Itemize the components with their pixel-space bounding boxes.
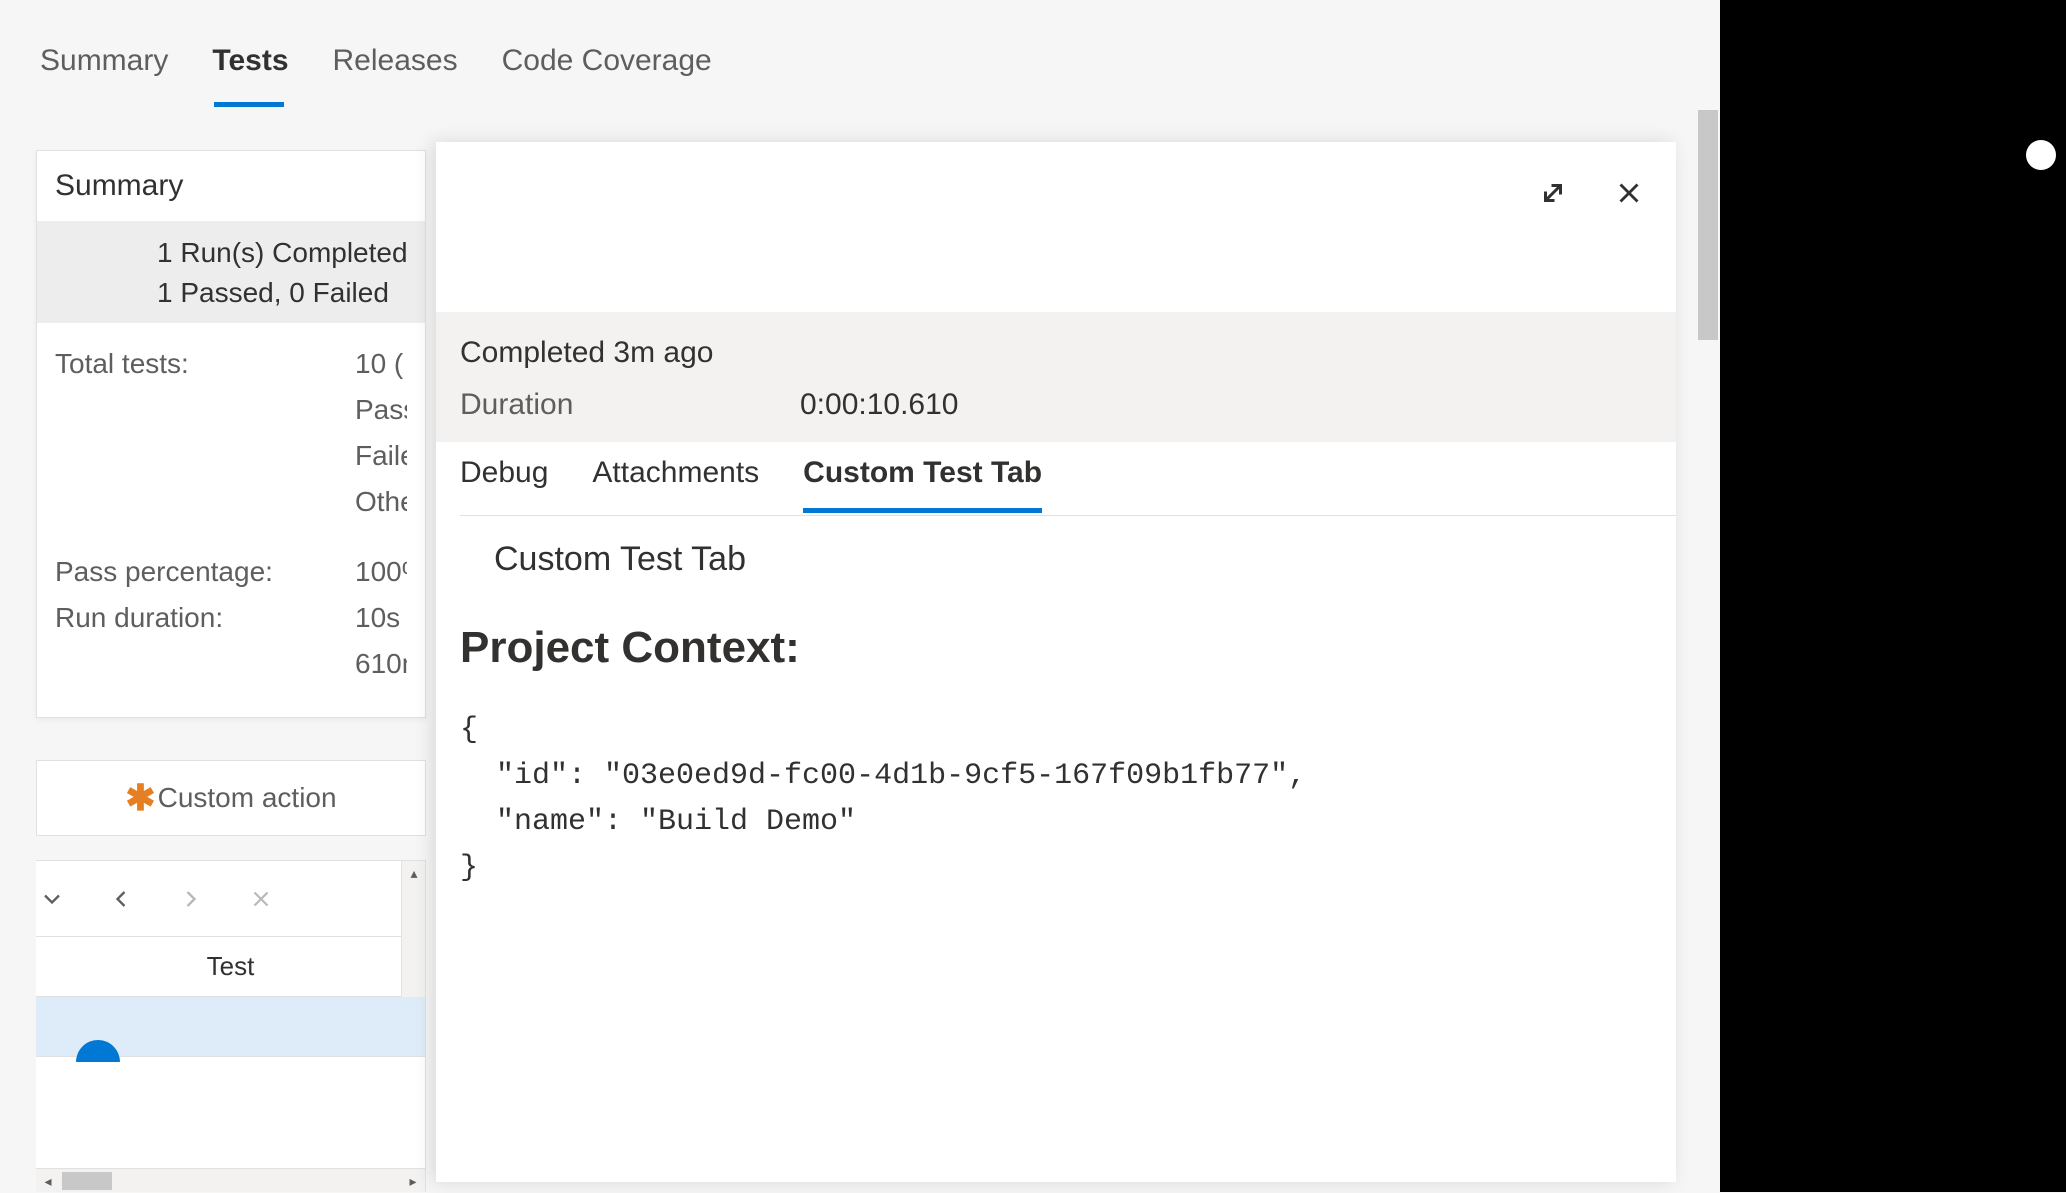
project-context-json: { "id": "03e0ed9d-fc00-4d1b-9cf5-167f09b… — [460, 707, 1652, 891]
summary-pct-value: 100% — [355, 549, 407, 595]
list-column-test[interactable]: Test — [36, 951, 425, 982]
summary-pass-sub: Pass — [55, 387, 407, 433]
expand-button[interactable] — [1530, 170, 1576, 216]
summary-total-value: 10 ( — [355, 341, 403, 387]
tab-attachments[interactable]: Attachments — [592, 456, 759, 508]
pie-slice-icon — [76, 1040, 120, 1062]
summary-dur-label: Run duration: — [55, 595, 355, 641]
test-list-frame: Test ▴ ▾ ◂ ▸ — [36, 860, 426, 1192]
scroll-up-icon[interactable]: ▴ — [402, 861, 426, 885]
black-sidebar — [1720, 0, 2066, 1192]
summary-pct-label: Pass percentage: — [55, 549, 355, 595]
scroll-right-icon[interactable]: ▸ — [401, 1169, 425, 1193]
close-button[interactable] — [1606, 170, 1652, 216]
page-scroll-thumb[interactable] — [1698, 110, 1718, 340]
details-status: Completed 3m ago — [460, 336, 1652, 370]
white-dot-icon — [2026, 140, 2056, 170]
summary-total-row: Total tests: 10 ( — [55, 341, 407, 387]
summary-passed-line: 1 Passed, 0 Failed — [157, 273, 407, 313]
details-tabs: Debug Attachments Custom Test Tab — [460, 456, 1676, 516]
collapse-button[interactable] — [36, 861, 86, 936]
details-duration-label: Duration — [460, 388, 800, 422]
tab-active-indicator — [214, 102, 284, 107]
list-horizontal-scrollbar[interactable]: ◂ ▸ — [36, 1168, 425, 1192]
details-duration-value: 0:00:10.610 — [800, 388, 958, 422]
summary-other-sub: Othe — [55, 479, 407, 525]
asterisk-icon: ✱ — [125, 777, 155, 819]
summary-dur-value: 10s — [355, 595, 400, 641]
list-selected-row[interactable] — [36, 997, 425, 1057]
details-meta: Completed 3m ago Duration 0:00:10.610 — [436, 312, 1676, 442]
summary-total-label: Total tests: — [55, 341, 355, 387]
details-body: Custom Test Tab Project Context: { "id":… — [460, 540, 1652, 891]
custom-action-button[interactable]: ✱ Custom action — [36, 760, 426, 836]
summary-card-title: Summary — [37, 151, 425, 221]
next-button[interactable] — [156, 861, 226, 936]
tab-custom-test-tab[interactable]: Custom Test Tab — [803, 456, 1042, 513]
list-toolbar — [36, 861, 425, 937]
tab-debug[interactable]: Debug — [460, 456, 548, 508]
summary-dur-row: Run duration: 10s — [55, 595, 407, 641]
custom-tab-title: Custom Test Tab — [494, 540, 1652, 579]
summary-pct-row: Pass percentage: 100% — [55, 549, 407, 595]
summary-runs-band: 1 Run(s) Completed 1 Passed, 0 Failed — [37, 221, 425, 323]
summary-card: Summary 1 Run(s) Completed 1 Passed, 0 F… — [36, 150, 426, 718]
summary-dur-value2: 610m — [55, 641, 407, 687]
prev-button[interactable] — [86, 861, 156, 936]
custom-action-label: Custom action — [158, 782, 337, 814]
tab-code-coverage[interactable]: Code Coverage — [502, 44, 712, 103]
summary-runs-line: 1 Run(s) Completed — [157, 233, 407, 273]
tab-summary[interactable]: Summary — [40, 44, 168, 103]
scroll-left-icon[interactable]: ◂ — [36, 1169, 60, 1193]
tab-releases[interactable]: Releases — [333, 44, 458, 103]
top-tab-bar: Summary Tests Releases Code Coverage — [0, 0, 1720, 110]
list-header: Test — [36, 937, 425, 997]
page-vertical-scrollbar[interactable] — [1696, 0, 1720, 1192]
summary-fail-sub: Faile — [55, 433, 407, 479]
clear-button[interactable] — [226, 861, 296, 936]
tab-tests[interactable]: Tests — [212, 44, 288, 103]
project-context-heading: Project Context: — [460, 623, 1652, 673]
details-panel: Completed 3m ago Duration 0:00:10.610 De… — [436, 142, 1676, 1182]
scroll-thumb[interactable] — [62, 1172, 112, 1190]
